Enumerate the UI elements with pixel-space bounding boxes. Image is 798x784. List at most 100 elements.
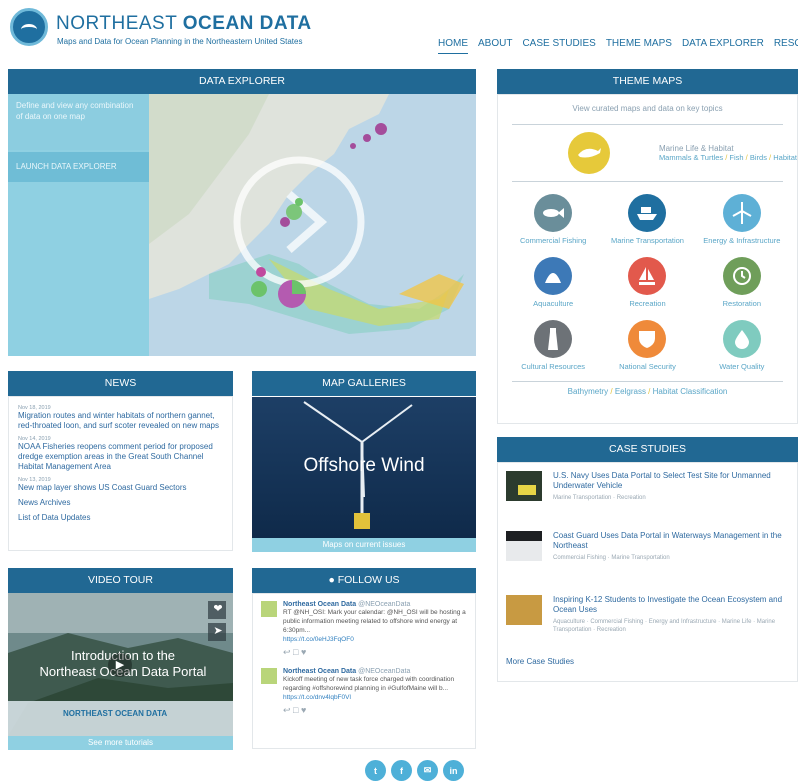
offshore-wind-gallery[interactable]: Offshore Wind — [252, 397, 476, 538]
tweet[interactable]: Northeast Ocean Data @NEOceanData RT @NH… — [261, 601, 467, 658]
ship-icon — [628, 194, 667, 232]
tweet-text: Kickoff meeting of new task force charge… — [283, 676, 455, 692]
gallery-caption-link[interactable]: Maps on current issues — [252, 538, 476, 552]
tweet-actions[interactable]: ↩ □ ♥ — [283, 705, 467, 716]
theme-label: Aquaculture — [533, 299, 574, 308]
twitter-icon[interactable]: t — [365, 760, 386, 781]
link-habitat[interactable]: Habitat — [773, 153, 797, 162]
theme-marine-transportation[interactable]: Marine Transportation — [600, 194, 694, 245]
theme-maps-heading: THEME MAPS — [497, 69, 798, 94]
site-subtitle: Maps and Data for Ocean Planning in the … — [57, 37, 303, 46]
more-case-studies-link[interactable]: More Case Studies — [506, 657, 789, 667]
theme-commercial-fishing[interactable]: Commercial Fishing — [506, 194, 600, 245]
case-study-thumbnail — [506, 595, 542, 625]
launch-data-explorer-button[interactable]: LAUNCH DATA EXPLORER — [8, 152, 149, 182]
play-icon[interactable]: ▶ — [108, 653, 132, 677]
nav-data-explorer[interactable]: DATA EXPLORER — [682, 38, 764, 54]
theme-footer-links: Bathymetry / Eelgrass / Habitat Classifi… — [567, 387, 728, 396]
news-title[interactable]: NOAA Fisheries reopens comment period fo… — [18, 442, 223, 472]
case-study-thumbnail — [506, 531, 542, 561]
news-heading: NEWS — [8, 371, 233, 396]
theme-label: Restoration — [722, 299, 761, 308]
case-studies-panel: U.S. Navy Uses Data Portal to Select Tes… — [497, 462, 798, 682]
theme-label: National Security — [619, 362, 676, 371]
tweet-link[interactable]: https://t.co/dnv4lqbF0Vl — [283, 693, 467, 702]
shield-icon — [628, 320, 667, 358]
see-more-tutorials-link[interactable]: See more tutorials — [8, 736, 233, 750]
theme-maps-intro: View curated maps and data on key topics — [572, 104, 723, 113]
theme-aquaculture[interactable]: Aquaculture — [506, 257, 600, 308]
nav-resources[interactable]: RESOURCES — [774, 38, 798, 54]
twitter-bird-icon: ● — [328, 574, 338, 586]
theme-water-quality[interactable]: Water Quality — [695, 320, 789, 371]
link-habitat-classification[interactable]: Habitat Classification — [653, 387, 728, 396]
case-study-tags: Aquaculture · Commercial Fishing · Energ… — [553, 619, 776, 633]
featured-theme-links: Mammals & Turtles / Fish / Birds / Habit… — [658, 153, 797, 162]
theme-national-security[interactable]: National Security — [600, 320, 694, 371]
nav-theme-maps[interactable]: THEME MAPS — [606, 38, 672, 54]
heart-icon[interactable]: ❤ — [211, 602, 225, 615]
follow-us-heading: ● FOLLOW US — [252, 568, 476, 593]
tweet-link[interactable]: https://t.co/0eHJ3FqOF0 — [283, 635, 467, 644]
main-nav: HOME ABOUT CASE STUDIES THEME MAPS DATA … — [438, 38, 798, 54]
email-icon[interactable]: ✉ — [417, 760, 438, 781]
droplet-icon — [722, 320, 761, 358]
featured-theme-title: Marine Life & Habitat — [658, 144, 734, 153]
case-study-item[interactable]: Inspiring K-12 Students to Investigate t… — [506, 595, 789, 655]
tweet-actions[interactable]: ↩ □ ♥ — [283, 647, 467, 658]
case-study-item[interactable]: U.S. Navy Uses Data Portal to Select Tes… — [506, 471, 789, 531]
site-logo[interactable] — [10, 8, 48, 46]
tweet-author[interactable]: Northeast Ocean Data @NEOceanData — [283, 601, 467, 608]
nav-case-studies[interactable]: CASE STUDIES — [522, 38, 595, 54]
share-icon[interactable]: ➤ — [211, 624, 225, 637]
news-item[interactable]: Nov 18, 2019 Migration routes and winter… — [18, 405, 223, 431]
theme-cultural-resources[interactable]: Cultural Resources — [506, 320, 600, 371]
news-archives-link[interactable]: News Archives — [18, 498, 223, 508]
link-bathymetry[interactable]: Bathymetry — [568, 387, 608, 396]
case-study-title[interactable]: U.S. Navy Uses Data Portal to Select Tes… — [553, 471, 789, 491]
news-item[interactable]: Nov 13, 2019 New map layer shows US Coas… — [18, 477, 223, 493]
site-title[interactable]: NORTHEAST OCEAN DATA — [56, 13, 312, 35]
case-study-title[interactable]: Inspiring K-12 Students to Investigate t… — [553, 595, 789, 615]
facebook-icon[interactable]: f — [391, 760, 412, 781]
link-fish[interactable]: Fish — [729, 153, 743, 162]
news-item[interactable]: Nov 14, 2019 NOAA Fisheries reopens comm… — [18, 436, 223, 472]
theme-restoration[interactable]: Restoration — [695, 257, 789, 308]
tweet-text: RT @NH_OSI: Mark your calendar: @NH_OSI … — [283, 609, 466, 634]
linkedin-icon[interactable]: in — [443, 760, 464, 781]
data-explorer-description: Define and view any combination of data … — [8, 94, 149, 150]
theme-label: Recreation — [629, 299, 666, 308]
tweet-avatar — [261, 668, 277, 684]
case-study-item[interactable]: Coast Guard Uses Data Portal in Waterway… — [506, 531, 789, 595]
shell-icon — [534, 257, 573, 295]
nav-about[interactable]: ABOUT — [478, 38, 512, 54]
case-studies-heading: CASE STUDIES — [497, 437, 798, 462]
featured-theme-marine-life[interactable]: Marine Life & Habitat Mammals & Turtles … — [530, 132, 797, 174]
theme-energy-infrastructure[interactable]: Energy & Infrastructure — [695, 194, 789, 245]
case-study-tags: Marine Transportation · Recreation — [553, 495, 646, 501]
case-study-thumbnail — [506, 471, 542, 501]
news-title[interactable]: New map layer shows US Coast Guard Secto… — [18, 483, 223, 493]
video-tour-heading: VIDEO TOUR — [8, 568, 233, 593]
data-explorer-map[interactable] — [149, 94, 476, 356]
video-player[interactable]: Introduction to the Northeast Ocean Data… — [8, 593, 233, 736]
theme-maps-panel: View curated maps and data on key topics… — [497, 94, 798, 424]
lighthouse-icon — [534, 320, 573, 358]
link-eelgrass[interactable]: Eelgrass — [615, 387, 646, 396]
tweet-avatar — [261, 601, 277, 617]
nav-home[interactable]: HOME — [438, 38, 468, 54]
link-birds[interactable]: Birds — [750, 153, 767, 162]
data-updates-link[interactable]: List of Data Updates — [18, 513, 223, 523]
social-links: t f ✉ in — [365, 760, 464, 781]
case-study-title[interactable]: Coast Guard Uses Data Portal in Waterway… — [553, 531, 789, 551]
tweet[interactable]: Northeast Ocean Data @NEOceanData Kickof… — [261, 668, 467, 716]
theme-label: Commercial Fishing — [520, 236, 587, 245]
fish-icon — [534, 194, 573, 232]
theme-recreation[interactable]: Recreation — [600, 257, 694, 308]
theme-label: Water Quality — [719, 362, 765, 371]
data-explorer-heading: DATA EXPLORER — [8, 69, 476, 94]
link-mammals-turtles[interactable]: Mammals & Turtles — [659, 153, 723, 162]
tweet-author[interactable]: Northeast Ocean Data @NEOceanData — [283, 668, 467, 675]
wind-turbine-icon — [722, 194, 761, 232]
news-title[interactable]: Migration routes and winter habitats of … — [18, 411, 223, 431]
